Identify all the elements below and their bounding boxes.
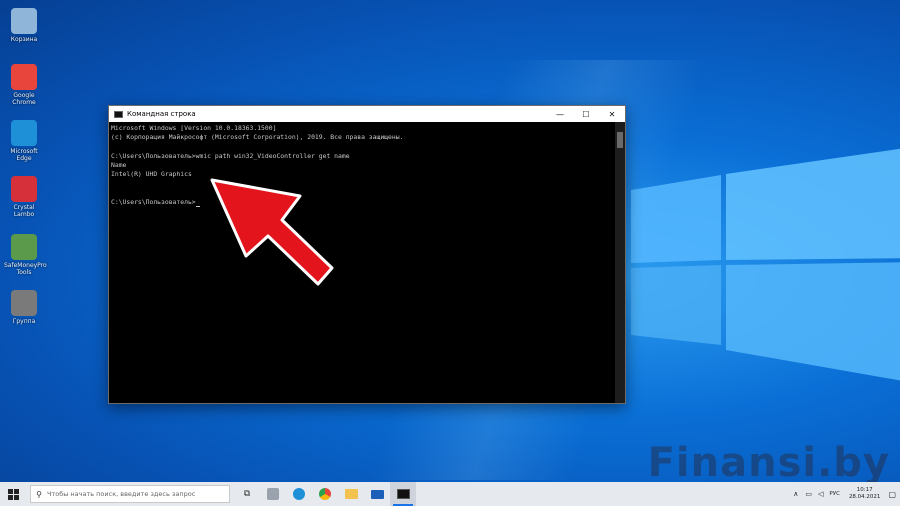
- desktop-icon[interactable]: SafeMoneyPro Tools: [4, 234, 47, 276]
- edge-icon: [293, 488, 305, 500]
- taskbar-app-explorer[interactable]: [338, 482, 364, 506]
- desktop-icon[interactable]: Google Chrome: [4, 64, 44, 106]
- desktop-icon[interactable]: Microsoft Edge: [4, 120, 44, 162]
- chevron-up-icon[interactable]: ∧: [793, 490, 798, 498]
- app-icon: [11, 120, 37, 146]
- app-icon: [11, 176, 37, 202]
- clock[interactable]: 10:17 28.04.2021: [849, 487, 881, 501]
- windows-logo: [631, 148, 900, 381]
- minimize-button[interactable]: —: [547, 106, 573, 122]
- desktop-icon-label: SafeMoneyPro Tools: [4, 262, 47, 276]
- desktop-icon[interactable]: Crystal Lambo: [4, 176, 44, 218]
- task-view-icon: ⧉: [243, 489, 251, 499]
- desktop-icon-label: Группа: [12, 318, 36, 325]
- console-line: Name: [111, 160, 127, 169]
- task-view-button[interactable]: ⧉: [234, 482, 260, 506]
- scrollbar-thumb[interactable]: [617, 132, 623, 148]
- console-line: Microsoft Windows [Version 10.0.18363.15…: [111, 124, 277, 132]
- mail-icon: [370, 489, 384, 499]
- desktop-icon-label: Microsoft Edge: [10, 148, 38, 162]
- app-icon: [11, 290, 37, 316]
- volume-icon[interactable]: ◁: [818, 490, 823, 498]
- notepad-icon: [267, 488, 279, 500]
- taskbar-app-mail[interactable]: [364, 482, 390, 506]
- taskbar-app-chrome[interactable]: [312, 482, 338, 506]
- console-output[interactable]: Microsoft Windows [Version 10.0.18363.15…: [109, 122, 615, 403]
- taskbar[interactable]: ⚲ Чтобы начать поиск, введите здесь запр…: [0, 482, 900, 506]
- windows-start-icon: [7, 488, 19, 500]
- folder-icon: [344, 489, 358, 499]
- taskbar-app-notepad[interactable]: [260, 482, 286, 506]
- start-button[interactable]: [0, 482, 26, 506]
- network-icon[interactable]: ▭: [805, 490, 812, 498]
- notifications-icon[interactable]: ▢: [888, 490, 896, 499]
- clock-date: 28.04.2021: [848, 494, 881, 500]
- text-cursor: [195, 205, 200, 207]
- search-icon: ⚲: [36, 489, 42, 499]
- desktop-icon[interactable]: Корзина: [4, 8, 44, 43]
- console-line: (c) Корпорация Майкрософт (Microsoft Cor…: [111, 133, 404, 142]
- language-indicator[interactable]: РУС: [829, 491, 840, 497]
- console-line: C:\Users\Пользователь>: [111, 198, 613, 207]
- desktop-icon[interactable]: Группа: [4, 290, 44, 325]
- window-title: Командная строка: [127, 110, 196, 118]
- desktop-icon-label: Корзина: [10, 36, 38, 43]
- cmd-app-icon: [114, 110, 123, 118]
- search-placeholder: Чтобы начать поиск, введите здесь запрос: [47, 490, 196, 498]
- search-box[interactable]: ⚲ Чтобы начать поиск, введите здесь запр…: [30, 485, 230, 503]
- maximize-button[interactable]: ☐: [573, 106, 599, 122]
- app-icon: [11, 8, 37, 34]
- chrome-icon: [319, 488, 331, 500]
- taskbar-app-edge[interactable]: [286, 482, 312, 506]
- app-icon: [11, 234, 37, 260]
- desktop-icon-label: Crystal Lambo: [13, 204, 35, 218]
- scrollbar[interactable]: [615, 122, 625, 403]
- close-button[interactable]: ✕: [599, 106, 625, 122]
- clock-time: 10:17: [856, 487, 873, 493]
- cmd-icon: [396, 489, 410, 499]
- console-line: Intel(R) UHD Graphics: [111, 170, 192, 178]
- cmd-titlebar[interactable]: Командная строка — ☐ ✕: [109, 106, 625, 122]
- taskbar-app-cmd[interactable]: [390, 482, 416, 506]
- watermark: Finansi.by: [647, 440, 890, 486]
- app-icon: [11, 64, 37, 90]
- cmd-window[interactable]: Командная строка — ☐ ✕ Microsoft Windows…: [108, 105, 626, 404]
- system-tray[interactable]: ∧ ▭ ◁ РУС 10:17 28.04.2021 ▢: [789, 487, 900, 501]
- console-line: C:\Users\Пользователь>wmic path win32_Vi…: [111, 151, 350, 160]
- desktop-icon-label: Google Chrome: [12, 92, 36, 106]
